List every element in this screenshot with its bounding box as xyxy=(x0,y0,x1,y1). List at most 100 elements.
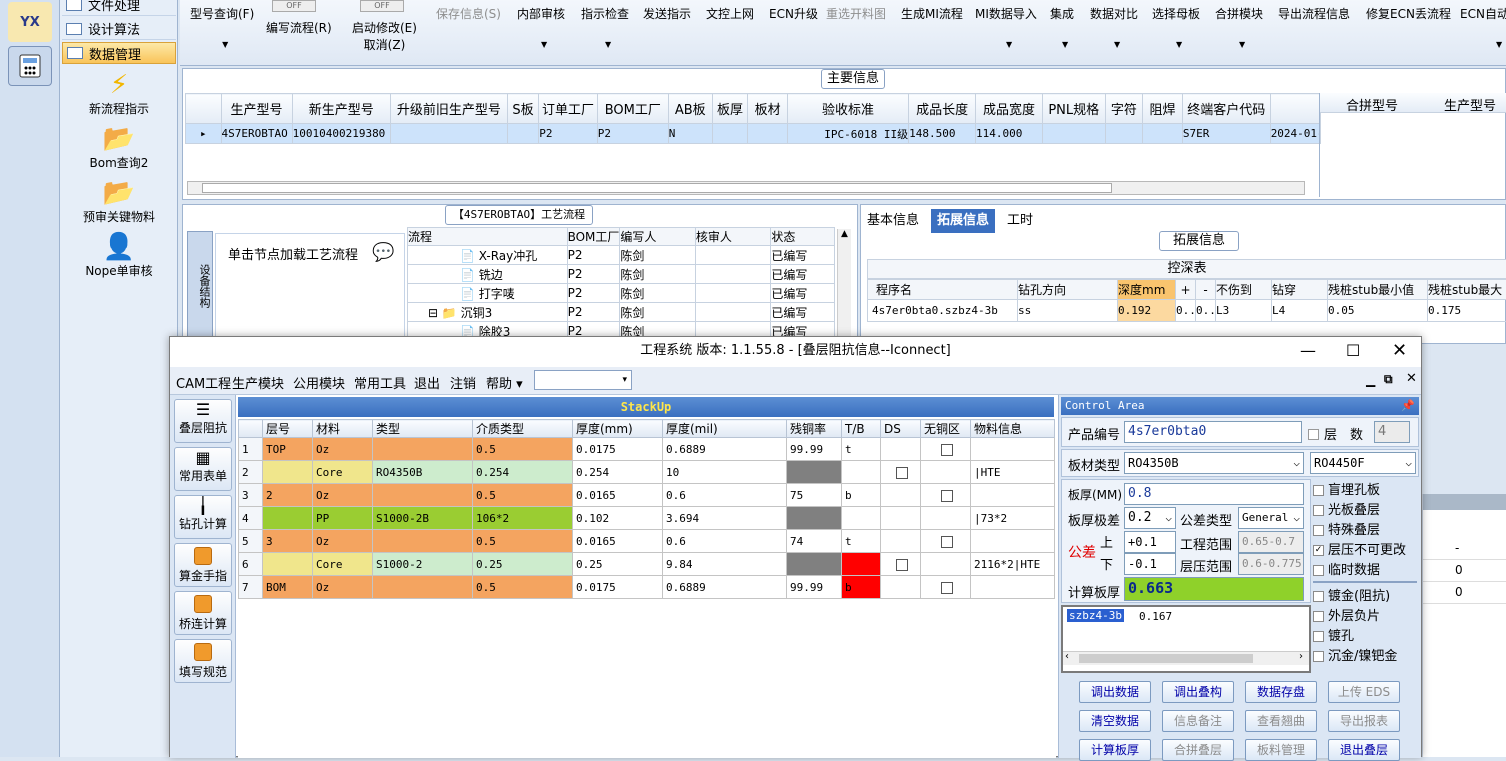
table-row[interactable]: ▸ 4S7EROBTAO 10010400219380 P2 P2 N IPC-… xyxy=(186,124,1321,144)
pin-icon[interactable]: 📌 xyxy=(1401,397,1415,415)
table-cell[interactable]: 0.0175 xyxy=(573,576,663,599)
doc-online-button[interactable]: 文控上网 xyxy=(706,5,754,22)
table-cell[interactable]: 0.175 xyxy=(1428,300,1506,322)
select-mother-board-button[interactable]: 选择母板▼ xyxy=(1152,5,1200,22)
bridge-calc-button[interactable]: 桥连计算 xyxy=(174,591,232,635)
menu-cam[interactable]: CAM工程 xyxy=(176,373,231,392)
table-cell[interactable] xyxy=(842,461,881,484)
table-cell[interactable]: 4 xyxy=(239,507,263,530)
checked-box-icon[interactable]: ✓ xyxy=(1313,545,1324,556)
table-cell[interactable]: 0.254 xyxy=(573,461,663,484)
checkbox[interactable] xyxy=(941,444,953,456)
horizontal-scrollbar[interactable] xyxy=(187,181,1305,195)
column-header[interactable]: 合拼型号 xyxy=(1346,95,1398,114)
table-cell[interactable]: RO4350B xyxy=(373,461,473,484)
column-header[interactable]: 订单工厂 xyxy=(539,94,598,124)
nav-item-data-management[interactable]: 数据管理 xyxy=(62,42,176,64)
table-cell[interactable]: Oz xyxy=(313,576,373,599)
check-instruction-button[interactable]: 指示检查▼ xyxy=(581,5,629,22)
mi-import-button[interactable]: MI数据导入▼ xyxy=(975,5,1037,22)
table-cell[interactable]: 99.99 xyxy=(787,438,842,461)
tab-extension-info[interactable]: 拓展信息 xyxy=(931,209,995,233)
mdi-close-icon[interactable]: ✕ xyxy=(1406,371,1417,386)
column-header[interactable]: 材料 xyxy=(313,420,373,438)
internal-review-button[interactable]: 内部审核▼ xyxy=(517,5,565,22)
pre-review-tool[interactable]: 📂预审关键物料 xyxy=(60,178,178,225)
column-header[interactable]: T/B xyxy=(842,420,881,438)
table-cell[interactable]: Oz xyxy=(313,438,373,461)
ecn-upgrade-button[interactable]: ECN升级 xyxy=(769,5,818,22)
table-cell[interactable]: 0.6 xyxy=(663,484,787,507)
column-header[interactable]: + xyxy=(1176,280,1196,300)
checkbox[interactable] xyxy=(1313,631,1324,642)
column-header[interactable]: 编写人 xyxy=(620,228,695,246)
scroll-left-icon[interactable]: ‹ xyxy=(1065,651,1069,662)
table-cell[interactable] xyxy=(971,438,1055,461)
table-cell[interactable]: 0.6889 xyxy=(663,438,787,461)
table-cell[interactable] xyxy=(921,461,971,484)
table-cell[interactable]: 7 xyxy=(239,576,263,599)
table-cell[interactable]: 106*2 xyxy=(473,507,573,530)
column-header[interactable]: BOM工厂 xyxy=(567,228,620,246)
checkbox[interactable] xyxy=(1313,651,1324,662)
table-cell[interactable] xyxy=(921,484,971,507)
table-cell[interactable]: 0.0175 xyxy=(573,438,663,461)
checkbox[interactable] xyxy=(1313,505,1324,516)
table-cell[interactable]: 0.. xyxy=(1196,300,1216,322)
mdi-minimize-icon[interactable]: ▁ xyxy=(1366,373,1375,387)
table-cell[interactable] xyxy=(712,124,748,144)
table-cell[interactable] xyxy=(842,507,881,530)
column-header[interactable]: 厚度(mil) xyxy=(663,420,787,438)
table-cell[interactable] xyxy=(787,461,842,484)
table-cell[interactable]: 0.6889 xyxy=(663,576,787,599)
column-header[interactable]: 厚度(mm) xyxy=(573,420,663,438)
checkbox[interactable] xyxy=(1313,485,1324,496)
table-cell[interactable] xyxy=(1143,124,1183,144)
table-row[interactable]: 📄 打字唛P2陈剑已编写 xyxy=(408,284,835,303)
menu-combobox[interactable]: ▾ xyxy=(534,370,632,390)
scrollbar-thumb[interactable] xyxy=(202,183,1112,193)
table-cell[interactable]: 0.6 xyxy=(663,530,787,553)
option-checkbox[interactable]: ✓层压不可更改 xyxy=(1313,539,1406,558)
table-cell[interactable]: 2 xyxy=(263,484,313,507)
option-checkbox[interactable]: 镀孔 xyxy=(1313,625,1354,644)
impedance-list[interactable]: szbz4-3b 0.167 ‹ › xyxy=(1061,605,1311,673)
table-cell[interactable] xyxy=(373,576,473,599)
checkbox[interactable] xyxy=(941,536,953,548)
table-cell[interactable]: 99.99 xyxy=(787,576,842,599)
start-modify-button[interactable]: 启动修改(E)取消(Z) xyxy=(352,19,417,53)
column-header[interactable]: 生产型号 xyxy=(221,94,292,124)
column-header[interactable]: 升级前旧生产型号 xyxy=(390,94,507,124)
table-cell[interactable]: 9.84 xyxy=(663,553,787,576)
table-cell[interactable]: 10010400219380 xyxy=(292,124,390,144)
merge-module-button[interactable]: 合拼模块▼ xyxy=(1215,5,1263,22)
drill-calc-button[interactable]: ╽钻孔计算 xyxy=(174,495,232,539)
table-cell[interactable]: b xyxy=(842,484,881,507)
option-checkbox[interactable]: 沉金/镍钯金 xyxy=(1313,645,1397,664)
table-cell[interactable] xyxy=(881,553,921,576)
column-header[interactable]: S板 xyxy=(507,94,538,124)
column-header[interactable]: 终端客户代码 xyxy=(1182,94,1270,124)
new-flow-tool[interactable]: ⚡新流程指示 xyxy=(60,70,178,117)
column-header[interactable]: 无铜区 xyxy=(921,420,971,438)
checkbox[interactable] xyxy=(941,582,953,594)
collapse-icon[interactable]: ⊟ xyxy=(428,306,438,320)
table-cell[interactable]: 1 xyxy=(239,438,263,461)
write-flow-button[interactable]: 编写流程(R) xyxy=(266,19,332,36)
lower-tolerance-input[interactable]: -0.1 xyxy=(1124,553,1176,575)
table-cell[interactable]: t xyxy=(842,530,881,553)
menu-public[interactable]: 公用模块 xyxy=(293,373,345,392)
menu-exit[interactable]: 退出 xyxy=(414,373,440,392)
table-cell[interactable] xyxy=(921,553,971,576)
table-cell[interactable]: 0.05 xyxy=(1328,300,1428,322)
table-cell[interactable]: 0.0165 xyxy=(573,530,663,553)
table-cell[interactable]: |73*2 xyxy=(971,507,1055,530)
action-button[interactable]: 退出叠层 xyxy=(1328,739,1400,761)
yx-logo-icon[interactable]: YX xyxy=(8,2,52,42)
scroll-right-icon[interactable]: › xyxy=(1299,651,1303,662)
table-cell[interactable]: IPC-6018 II级 xyxy=(787,124,908,144)
action-button[interactable]: 合拼叠层 xyxy=(1162,739,1234,761)
column-header[interactable]: 类型 xyxy=(373,420,473,438)
table-cell[interactable] xyxy=(1105,124,1143,144)
checkbox[interactable] xyxy=(1313,525,1324,536)
